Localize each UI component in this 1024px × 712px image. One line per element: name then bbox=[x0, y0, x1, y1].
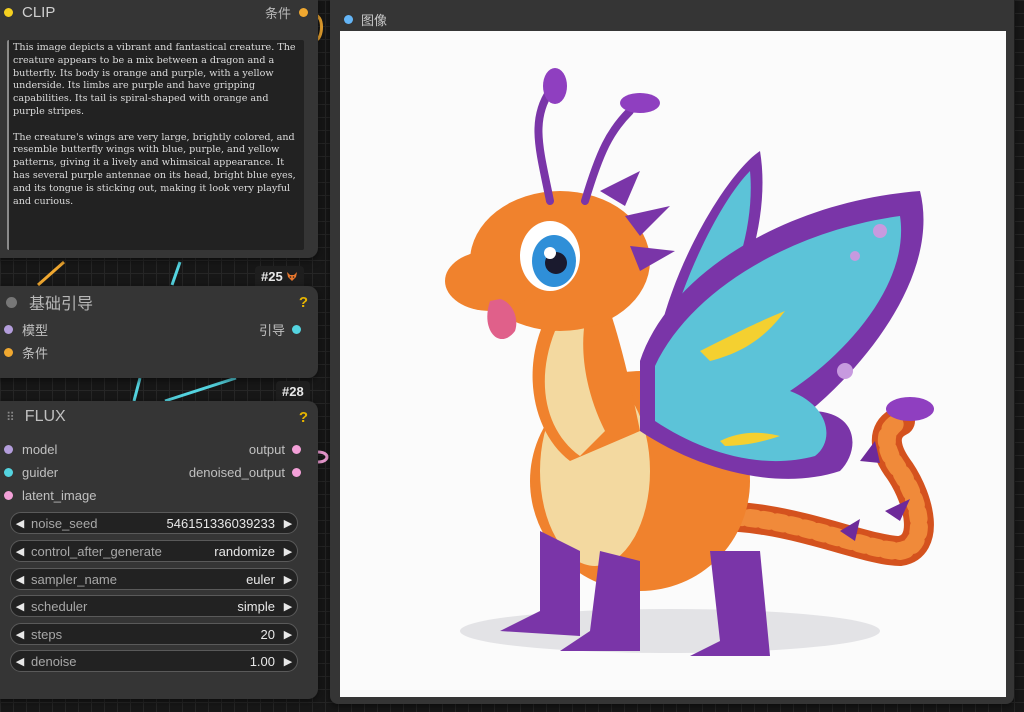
dragon-butterfly-image bbox=[445, 68, 934, 656]
increment-arrow-icon[interactable]: ▶ bbox=[279, 655, 297, 668]
noise-seed-widget[interactable]: ◀ noise_seed 546151336039233 ▶ bbox=[10, 512, 298, 534]
image-preview-node[interactable]: 图像 bbox=[330, 0, 1014, 704]
flux-input-guider-label: guider bbox=[22, 465, 59, 480]
badge-28-text: #28 bbox=[282, 384, 304, 399]
scheduler-value[interactable]: simple bbox=[237, 599, 279, 614]
fox-icon bbox=[286, 269, 298, 284]
guider-output-dot[interactable] bbox=[292, 325, 301, 334]
steps-widget[interactable]: ◀ steps 20 ▶ bbox=[10, 623, 298, 645]
sampler-name-widget[interactable]: ◀ sampler_name euler ▶ bbox=[10, 568, 298, 590]
output-dot[interactable] bbox=[292, 445, 301, 454]
model-input-dot[interactable] bbox=[4, 445, 13, 454]
image-input-dot[interactable] bbox=[344, 14, 353, 24]
flux-io-model[interactable]: model output bbox=[0, 438, 318, 461]
increment-arrow-icon[interactable]: ▶ bbox=[279, 545, 297, 558]
guide-node-title: 基础引导 bbox=[29, 296, 94, 313]
flux-node-header[interactable]: ⠿ FLUX ? bbox=[0, 401, 318, 433]
flux-output-label: output bbox=[248, 442, 285, 457]
flux-sampler-node[interactable]: ⠿ FLUX ? model output guider denoised_ou… bbox=[0, 401, 318, 699]
sampler-name-label: sampler_name bbox=[31, 571, 117, 587]
steps-label: steps bbox=[31, 626, 63, 642]
decrement-arrow-icon[interactable]: ◀ bbox=[11, 628, 29, 641]
guide-input-conditioning[interactable]: 条件 bbox=[0, 341, 318, 364]
basic-guider-node[interactable]: 基础引导 ? 模型 引导 条件 bbox=[0, 286, 318, 378]
latent-input-dot[interactable] bbox=[4, 491, 13, 500]
denoised-output-dot[interactable] bbox=[292, 468, 301, 477]
node-id-badge-25: #25 bbox=[255, 266, 305, 286]
drag-grip-icon[interactable]: ⠿ bbox=[6, 410, 15, 424]
clip-node-title: CLIP bbox=[22, 3, 56, 21]
guide-node-header[interactable]: 基础引导 ? bbox=[0, 286, 318, 318]
clip-input-dot[interactable] bbox=[4, 7, 13, 17]
decrement-arrow-icon[interactable]: ◀ bbox=[11, 655, 29, 668]
decrement-arrow-icon[interactable]: ◀ bbox=[11, 573, 29, 586]
badge-25-text: #25 bbox=[261, 269, 283, 284]
flux-input-latent-label: latent_image bbox=[22, 488, 97, 503]
noise-seed-value[interactable]: 546151336039233 bbox=[167, 516, 279, 531]
guider-input-dot[interactable] bbox=[4, 468, 13, 477]
decrement-arrow-icon[interactable]: ◀ bbox=[11, 600, 29, 613]
flux-input-model-label: model bbox=[22, 442, 58, 457]
denoise-value[interactable]: 1.00 bbox=[250, 654, 279, 669]
denoise-widget[interactable]: ◀ denoise 1.00 ▶ bbox=[10, 650, 298, 672]
increment-arrow-icon[interactable]: ▶ bbox=[279, 628, 297, 641]
sampler-name-value[interactable]: euler bbox=[246, 572, 279, 587]
model-input-dot[interactable] bbox=[4, 325, 13, 334]
flux-io-guider[interactable]: guider denoised_output bbox=[0, 461, 318, 484]
steps-value[interactable]: 20 bbox=[261, 627, 279, 642]
clip-node-header[interactable]: CLIP 条件 bbox=[0, 0, 318, 28]
collapse-dot-icon[interactable] bbox=[6, 296, 17, 308]
conditioning-output-dot[interactable] bbox=[299, 7, 308, 17]
guide-input-model[interactable]: 模型 引导 bbox=[0, 318, 318, 341]
scheduler-widget[interactable]: ◀ scheduler simple ▶ bbox=[10, 595, 298, 617]
prompt-textarea[interactable]: This image depicts a vibrant and fantast… bbox=[7, 40, 304, 250]
decrement-arrow-icon[interactable]: ◀ bbox=[11, 517, 29, 530]
help-icon[interactable]: ? bbox=[299, 294, 308, 311]
increment-arrow-icon[interactable]: ▶ bbox=[279, 517, 297, 530]
flux-io-latent[interactable]: latent_image bbox=[0, 484, 318, 507]
help-icon[interactable]: ? bbox=[299, 409, 308, 426]
control-after-generate-value[interactable]: randomize bbox=[214, 544, 279, 559]
conditioning-output-label: 条件 bbox=[264, 5, 291, 21]
guide-input-conditioning-label: 条件 bbox=[22, 346, 49, 361]
node-id-badge-28: #28 bbox=[276, 381, 310, 401]
image-preview-canvas[interactable] bbox=[340, 31, 1006, 697]
increment-arrow-icon[interactable]: ▶ bbox=[279, 600, 297, 613]
decrement-arrow-icon[interactable]: ◀ bbox=[11, 545, 29, 558]
control-after-generate-widget[interactable]: ◀ control_after_generate randomize ▶ bbox=[10, 540, 298, 562]
conditioning-input-dot[interactable] bbox=[4, 348, 13, 357]
image-node-title: 图像 bbox=[361, 12, 388, 28]
control-after-generate-label: control_after_generate bbox=[31, 543, 162, 559]
flux-denoised-output-label: denoised_output bbox=[188, 465, 285, 480]
increment-arrow-icon[interactable]: ▶ bbox=[279, 573, 297, 586]
guide-input-model-label: 模型 bbox=[22, 323, 49, 338]
clip-text-encode-node[interactable]: CLIP 条件 This image depicts a vibrant and… bbox=[0, 0, 318, 258]
guider-output-label: 引导 bbox=[258, 323, 285, 338]
noise-seed-label: noise_seed bbox=[31, 515, 98, 531]
denoise-label: denoise bbox=[31, 653, 77, 669]
flux-node-title: FLUX bbox=[24, 408, 66, 425]
scheduler-label: scheduler bbox=[31, 598, 88, 614]
